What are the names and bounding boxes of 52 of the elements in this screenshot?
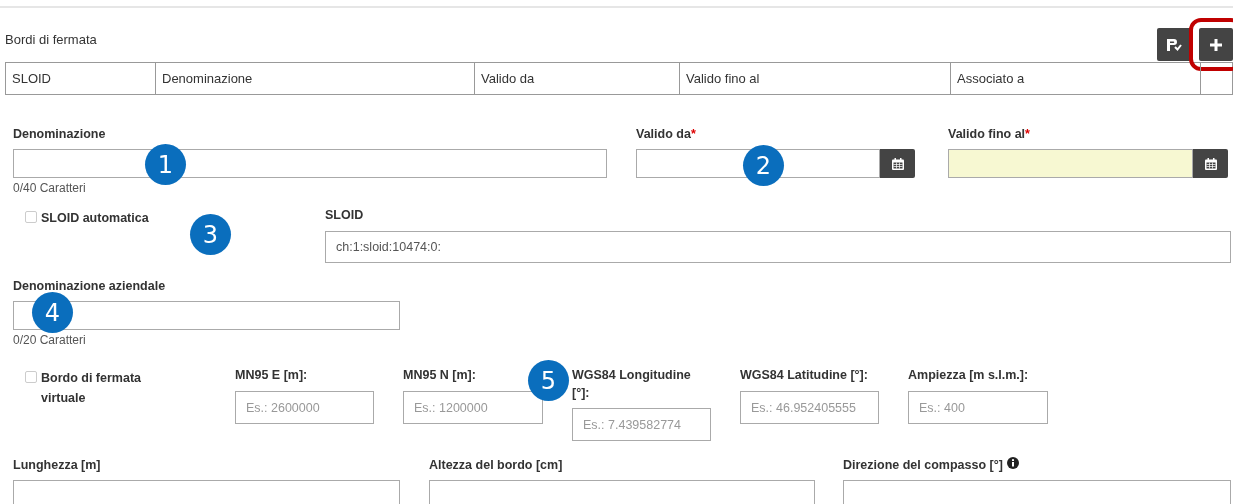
field-label: Valido da bbox=[636, 126, 691, 143]
input-field[interactable] bbox=[13, 480, 400, 504]
column-header[interactable]: SLOID bbox=[6, 63, 156, 94]
field-label: WGS84 Latitudine [°]: bbox=[740, 367, 868, 384]
calendar-button[interactable] bbox=[1193, 149, 1228, 178]
step-marker: 2 bbox=[743, 145, 784, 186]
input-field[interactable] bbox=[843, 480, 1231, 504]
input-field[interactable]: Es.: 400 bbox=[908, 391, 1048, 424]
field-label: Denominazione aziendale bbox=[13, 278, 166, 295]
field-label: WGS84 Longitudine [°]: bbox=[572, 367, 692, 402]
calendar-icon bbox=[891, 157, 904, 170]
step-marker: 1 bbox=[145, 144, 186, 185]
add-button[interactable] bbox=[1199, 28, 1233, 61]
required-marker: * bbox=[690, 126, 696, 143]
input-field[interactable]: Es.: 7.439582774 bbox=[572, 408, 711, 441]
field-label: Ampiezza [m s.l.m.]: bbox=[908, 367, 1029, 384]
export-button[interactable] bbox=[1157, 28, 1191, 61]
step-marker: 5 bbox=[528, 360, 569, 401]
input-field[interactable]: Es.: 46.952405555 bbox=[740, 391, 879, 424]
character-counter: 0/20 Caratteri bbox=[13, 332, 87, 348]
input-field[interactable] bbox=[13, 149, 607, 178]
column-header[interactable]: Denominazione bbox=[156, 63, 475, 94]
column-header[interactable]: Associato a bbox=[951, 63, 1201, 94]
input-field[interactable] bbox=[429, 480, 815, 504]
input-field[interactable]: Es.: 1200000 bbox=[403, 391, 543, 424]
field-label: Denominazione bbox=[13, 126, 106, 143]
checkbox-label: SLOID automatica bbox=[41, 210, 149, 227]
column-header[interactable]: Valido da bbox=[475, 63, 680, 94]
required-marker: * bbox=[1025, 126, 1030, 143]
calendar-button[interactable] bbox=[880, 149, 915, 178]
checkbox[interactable] bbox=[25, 371, 37, 383]
checkbox[interactable] bbox=[25, 211, 37, 223]
field-label: Direzione del compasso [°] bbox=[843, 457, 1003, 474]
checkbox-label: Bordo di fermata virtuale bbox=[41, 370, 142, 407]
column-header[interactable]: Valido fino al bbox=[680, 63, 951, 94]
field-label: SLOID bbox=[325, 207, 364, 224]
section-title: Bordi di fermata bbox=[5, 31, 97, 49]
field-label: Valido fino al bbox=[948, 126, 1026, 143]
info-icon[interactable] bbox=[1006, 457, 1019, 469]
field-label: Lunghezza [m] bbox=[13, 457, 101, 474]
character-counter: 0/40 Caratteri bbox=[13, 180, 87, 196]
input-field[interactable]: ch:1:sloid:10474:0: bbox=[325, 231, 1231, 263]
field-label: MN95 N [m]: bbox=[403, 367, 476, 384]
input-field[interactable] bbox=[13, 301, 400, 330]
input-field[interactable]: Es.: 2600000 bbox=[235, 391, 374, 424]
field-label: Altezza del bordo [cm] bbox=[429, 457, 563, 474]
calendar-icon bbox=[1204, 157, 1217, 170]
step-marker: 4 bbox=[32, 292, 73, 333]
field-label: MN95 E [m]: bbox=[235, 367, 308, 384]
step-marker: 3 bbox=[190, 214, 231, 255]
date-field[interactable] bbox=[948, 149, 1193, 178]
plus-icon bbox=[1209, 37, 1223, 52]
